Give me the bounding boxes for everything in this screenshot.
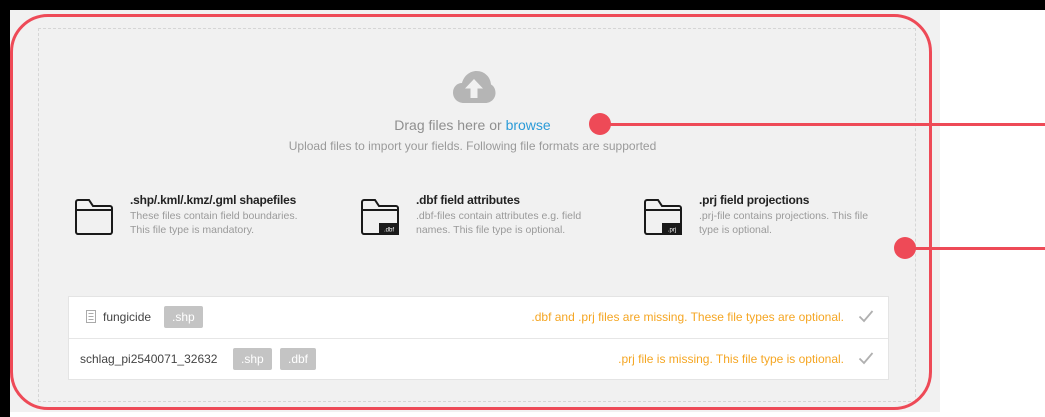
browse-link[interactable]: browse	[506, 117, 551, 133]
file-tag-dbf: .dbf	[280, 348, 317, 370]
file-status-message: .prj file is missing. This file type is …	[618, 352, 844, 366]
file-type-title: .dbf field attributes	[416, 193, 520, 207]
file-type-description: These files contain field boundaries. Th…	[130, 209, 298, 237]
uploaded-files-list: fungicide .shp .dbf and .prj files are m…	[68, 296, 889, 380]
description-line: type is optional.	[699, 224, 772, 236]
file-tag-shp: .shp	[233, 348, 272, 370]
file-row: schlag_pi2540071_32632 .shp .dbf .prj fi…	[69, 339, 888, 380]
check-icon	[858, 352, 874, 365]
description-line: .prj-file contains projections. This fil…	[699, 210, 869, 222]
drag-label: Drag files here or	[394, 117, 506, 133]
file-type-title: .shp/.kml/.kmz/.gml shapefiles	[130, 193, 297, 207]
file-type-description: .prj-file contains projections. This fil…	[699, 209, 868, 237]
file-tag-shp: .shp	[164, 306, 203, 328]
window-border-left	[0, 0, 10, 417]
file-name: fungicide	[103, 310, 152, 324]
prj-badge: .prj	[668, 228, 676, 234]
annotation-callout-line	[606, 123, 1045, 126]
file-name: schlag_pi2540071_32632	[80, 352, 218, 366]
description-line: This file type is mandatory.	[130, 224, 255, 236]
folder-dbf-icon: .dbf	[361, 199, 399, 235]
upload-subtitle: Upload files to import your fields. Foll…	[288, 139, 657, 153]
description-line: .dbf-files contain attributes e.g. field	[416, 210, 582, 222]
file-row: fungicide .shp .dbf and .prj files are m…	[69, 297, 888, 339]
folder-prj-icon: .prj	[644, 199, 682, 235]
file-type-description: .dbf-files contain attributes e.g. field…	[416, 209, 581, 237]
folder-icon	[75, 199, 113, 235]
cloud-upload-icon	[453, 71, 496, 103]
dbf-badge: .dbf	[384, 228, 394, 234]
description-line: These files contain field boundaries.	[130, 210, 298, 222]
document-icon	[86, 310, 96, 323]
file-status-message: .dbf and .prj files are missing. These f…	[531, 310, 844, 324]
window-border-top	[0, 0, 1045, 10]
file-type-title: .prj field projections	[699, 193, 810, 207]
annotation-callout-line	[912, 247, 1045, 250]
check-icon	[858, 310, 874, 323]
description-line: names. This file type is optional.	[416, 224, 566, 236]
